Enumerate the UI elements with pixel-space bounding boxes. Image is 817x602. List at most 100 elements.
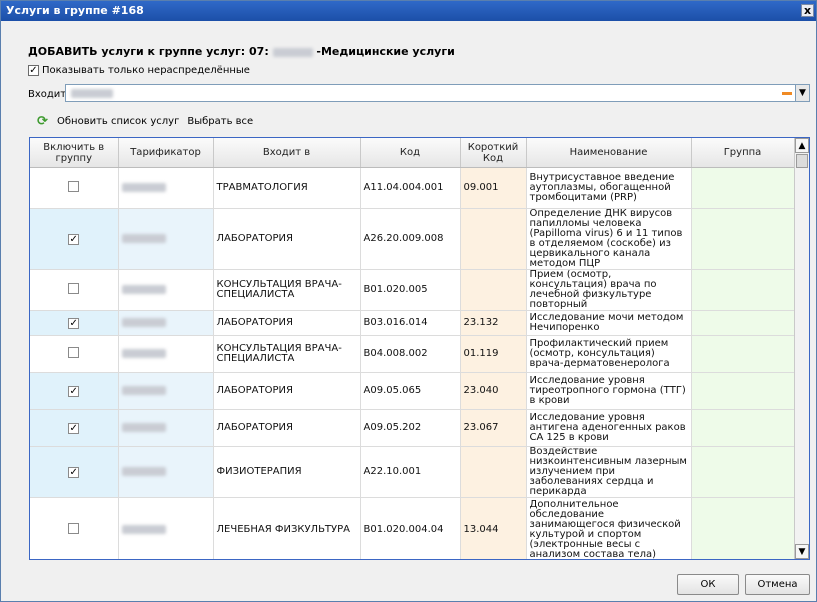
- include-checkbox[interactable]: ✓: [68, 385, 80, 397]
- short-code-cell: 23.067: [460, 409, 527, 447]
- column-header-name[interactable]: Наименование: [526, 138, 692, 168]
- name-cell: Исследование мочи методом Нечипоренко: [526, 310, 692, 336]
- title-bar[interactable]: Услуги в группе #168 x: [1, 1, 816, 21]
- chevron-down-icon[interactable]: ▼: [795, 85, 809, 101]
- group-cell: [691, 335, 795, 373]
- name-cell: Дополнительное обследование занимающегос…: [526, 497, 692, 559]
- name-cell: Внутрисуставное введение аутоплазмы, обо…: [526, 167, 692, 209]
- code-cell: B03.016.014: [360, 310, 461, 336]
- name-cell: Воздействие низкоинтенсивным лазерным из…: [526, 446, 692, 498]
- services-table: Включить в группу Тарификатор Входит в К…: [30, 138, 795, 559]
- group-cell: [691, 497, 795, 559]
- table-row[interactable]: ЛЕЧЕБНАЯ ФИЗКУЛЬТУРА B01.020.004.04 13.044…: [30, 497, 795, 559]
- part-of-combobox[interactable]: ▼: [65, 84, 810, 102]
- group-cell: [691, 269, 795, 311]
- table-row[interactable]: ✓ ЛАБОРАТОРИЯ B03.016.014 23.132 Исследовани…: [30, 310, 795, 336]
- table-row[interactable]: ✓ ЛАБОРАТОРИЯ A26.20.009.008 Определение ДН…: [30, 208, 795, 270]
- tariff-cell: [118, 167, 214, 209]
- part-of-cell: КОНСУЛЬТАЦИЯ ВРАЧА-СПЕЦИАЛИСТА: [213, 269, 361, 311]
- name-cell: Исследование уровня антигена аденогенных…: [526, 409, 692, 447]
- code-cell: A09.05.202: [360, 409, 461, 447]
- include-checkbox[interactable]: ✓: [68, 317, 80, 329]
- include-cell: ✓: [30, 372, 119, 410]
- column-header-include[interactable]: Включить в группу: [30, 138, 119, 168]
- scroll-down-icon[interactable]: ▼: [795, 544, 809, 559]
- code-cell: B01.020.005: [360, 269, 461, 311]
- include-checkbox[interactable]: [68, 523, 80, 534]
- toolbar: ⟳ Обновить список услуг Выбрать все: [36, 115, 253, 128]
- services-grid[interactable]: Включить в группу Тарификатор Входит в К…: [29, 137, 810, 560]
- table-row[interactable]: КОНСУЛЬТАЦИЯ ВРАЧА-СПЕЦИАЛИСТА B04.008.00…: [30, 335, 795, 373]
- close-icon[interactable]: x: [801, 4, 814, 17]
- include-checkbox[interactable]: [68, 283, 80, 294]
- column-header-code[interactable]: Код: [360, 138, 461, 168]
- table-row[interactable]: ✓ ЛАБОРАТОРИЯ A09.05.065 23.040 Исследование…: [30, 372, 795, 410]
- redacted-text: [272, 47, 313, 57]
- redacted-text: [121, 182, 166, 192]
- tariff-cell: [118, 409, 214, 447]
- redacted-text: [121, 348, 166, 358]
- include-checkbox[interactable]: ✓: [68, 466, 80, 478]
- tariff-cell: [118, 335, 214, 373]
- short-code-cell: 13.044: [460, 497, 527, 559]
- column-header-tariff[interactable]: Тарификатор: [118, 138, 214, 168]
- dialog-heading: ДОБАВИТЬ услуги к группе услуг: 07: -Мед…: [28, 45, 455, 58]
- part-of-cell: ЛАБОРАТОРИЯ: [213, 310, 361, 336]
- short-code-cell: 23.040: [460, 372, 527, 410]
- code-cell: A22.10.001: [360, 446, 461, 498]
- redacted-text: [121, 233, 166, 243]
- redacted-text: [121, 524, 166, 534]
- clear-icon[interactable]: [779, 85, 795, 101]
- code-cell: A09.05.065: [360, 372, 461, 410]
- combobox-buttons: ▼: [779, 85, 809, 101]
- table-row[interactable]: ТРАВМАТОЛОГИЯ A11.04.004.001 09.001 Внутрис…: [30, 167, 795, 209]
- refresh-icon[interactable]: ⟳: [36, 115, 49, 128]
- name-cell: Исследование уровня тиреотропного гормон…: [526, 372, 692, 410]
- column-header-part-of[interactable]: Входит в: [213, 138, 361, 168]
- heading-suffix: -Медицинские услуги: [316, 45, 455, 58]
- part-of-cell: ЛЕЧЕБНАЯ ФИЗКУЛЬТУРА: [213, 497, 361, 559]
- scroll-up-icon[interactable]: ▲: [795, 138, 809, 153]
- table-row[interactable]: ✓ ФИЗИОТЕРАПИЯ A22.10.001 Воздействие низко…: [30, 446, 795, 498]
- include-checkbox[interactable]: [68, 181, 80, 192]
- scroll-thumb[interactable]: [796, 154, 808, 168]
- heading-prefix: ДОБАВИТЬ услуги к группе услуг: 07:: [28, 45, 269, 58]
- group-cell: [691, 208, 795, 270]
- code-cell: A26.20.009.008: [360, 208, 461, 270]
- short-code-cell: [460, 446, 527, 498]
- redacted-text: [121, 284, 166, 294]
- code-cell: B04.008.002: [360, 335, 461, 373]
- include-checkbox[interactable]: ✓: [68, 422, 80, 434]
- redacted-text: [121, 317, 166, 327]
- include-checkbox[interactable]: [68, 347, 80, 358]
- group-cell: [691, 446, 795, 498]
- part-of-cell: ФИЗИОТЕРАПИЯ: [213, 446, 361, 498]
- include-cell: [30, 269, 119, 311]
- include-checkbox[interactable]: ✓: [68, 233, 80, 245]
- part-of-cell: КОНСУЛЬТАЦИЯ ВРАЧА-СПЕЦИАЛИСТА: [213, 335, 361, 373]
- short-code-cell: 09.001: [460, 167, 527, 209]
- column-header-group[interactable]: Группа: [691, 138, 795, 168]
- name-cell: Профилактический прием (осмотр, консульт…: [526, 335, 692, 373]
- include-cell: ✓: [30, 208, 119, 270]
- refresh-list-button[interactable]: Обновить список услуг: [57, 116, 179, 127]
- code-cell: A11.04.004.001: [360, 167, 461, 209]
- vertical-scrollbar[interactable]: ▲ ▼: [794, 138, 809, 559]
- select-all-button[interactable]: Выбрать все: [187, 116, 253, 127]
- header-row: Включить в группу Тарификатор Входит в К…: [30, 138, 795, 168]
- redacted-text: [121, 385, 166, 395]
- ok-button[interactable]: ОК: [677, 574, 739, 595]
- table-row[interactable]: КОНСУЛЬТАЦИЯ ВРАЧА-СПЕЦИАЛИСТА B01.020.00…: [30, 269, 795, 311]
- short-code-cell: 01.119: [460, 335, 527, 373]
- code-cell: B01.020.004.04: [360, 497, 461, 559]
- tariff-cell: [118, 310, 214, 336]
- unassigned-only-checkbox[interactable]: ✓: [28, 65, 39, 76]
- redacted-text: [121, 422, 166, 432]
- table-row[interactable]: ✓ ЛАБОРАТОРИЯ A09.05.202 23.067 Исследование…: [30, 409, 795, 447]
- group-cell: [691, 409, 795, 447]
- column-header-short-code[interactable]: Короткий Код: [460, 138, 527, 168]
- tariff-cell: [118, 446, 214, 498]
- part-of-cell: ЛАБОРАТОРИЯ: [213, 372, 361, 410]
- cancel-button[interactable]: Отмена: [745, 574, 810, 595]
- tariff-cell: [118, 208, 214, 270]
